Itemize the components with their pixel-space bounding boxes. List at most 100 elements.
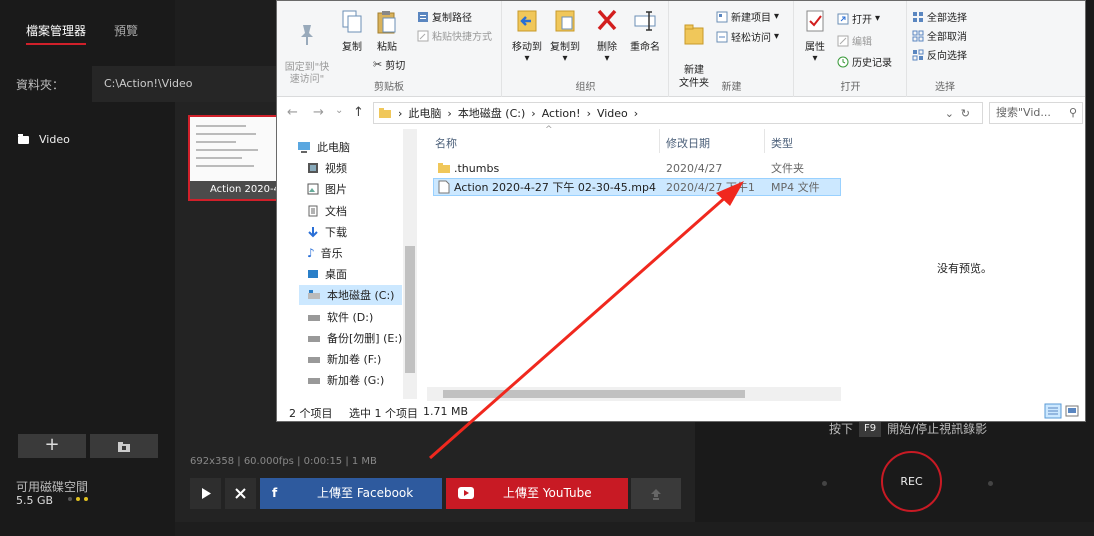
nav-label: 图片 xyxy=(325,183,347,196)
drive-icon xyxy=(308,357,320,363)
properties-button[interactable]: 属性 ▾ xyxy=(801,9,829,64)
column-type[interactable]: 类型 xyxy=(771,135,793,151)
nav-item-drive-e[interactable]: 备份[勿删] (E:) xyxy=(307,330,402,346)
copy-path-button[interactable]: 复制路径 xyxy=(417,9,472,24)
open-label: 打开 xyxy=(852,15,872,26)
select-all-button[interactable]: 全部选择 xyxy=(912,9,967,24)
easy-access-icon xyxy=(716,31,728,42)
select-none-icon xyxy=(912,30,924,41)
tree-item-video[interactable]: Video xyxy=(18,133,70,146)
nav-item-music[interactable]: ♪ 音乐 xyxy=(307,245,343,261)
pin-quick-access-button[interactable]: 固定到"快 速访问" xyxy=(283,11,331,86)
upload-youtube-button[interactable]: 上傳至 YouTube xyxy=(446,478,628,509)
dropdown-arrow-icon: ▾ xyxy=(812,53,818,64)
nav-item-documents[interactable]: 文档 xyxy=(307,203,347,219)
copy-to-button[interactable]: 复制到 ▾ xyxy=(549,7,581,64)
nav-scrollbar-thumb[interactable] xyxy=(405,246,415,373)
file-name: Action 2020-4-27 下午 02-30-45.mp4 xyxy=(454,181,656,194)
column-separator[interactable] xyxy=(659,129,660,153)
tab-preview[interactable]: 預覽 xyxy=(114,22,138,45)
close-icon xyxy=(235,488,246,499)
paste-icon xyxy=(377,11,396,34)
new-item-button[interactable]: 新建项目 ▾ xyxy=(716,9,779,24)
file-name: .thumbs xyxy=(454,161,500,175)
folder-path-field[interactable]: C:\Action!\Video xyxy=(92,66,277,102)
open-group-label: 打开 xyxy=(840,82,861,93)
forward-arrow-icon[interactable]: → xyxy=(313,105,324,120)
nav-label: 桌面 xyxy=(325,268,347,281)
drive-icon xyxy=(308,315,320,321)
move-to-button[interactable]: 移动到 ▾ xyxy=(511,7,543,64)
copy-path-icon xyxy=(418,11,428,22)
column-separator[interactable] xyxy=(764,129,765,153)
column-name[interactable]: 名称 xyxy=(435,135,457,151)
nav-item-downloads[interactable]: 下载 xyxy=(307,224,347,240)
back-arrow-icon[interactable]: ← xyxy=(287,105,298,120)
details-view-icon[interactable] xyxy=(1044,403,1062,419)
copy-button[interactable]: 复制 xyxy=(337,9,367,53)
delete-button[interactable]: 删除 ▾ xyxy=(593,7,621,64)
rename-button[interactable]: 重命名 xyxy=(627,7,663,53)
add-folder-button[interactable]: + xyxy=(18,434,86,458)
breadcrumb-this-pc[interactable]: 此电脑 xyxy=(408,105,441,121)
nav-label: 视频 xyxy=(325,162,347,175)
rec-button[interactable]: REC xyxy=(881,451,942,512)
clipboard-group: 固定到"快 速访问" 复制 粘贴 复制路径 粘贴快捷方式 ✂ 剪切 剪贴板 xyxy=(277,1,502,97)
drive-icon xyxy=(308,378,320,384)
chevron-down-icon[interactable]: ⌄ xyxy=(335,105,343,116)
properties-icon xyxy=(806,10,824,32)
column-date[interactable]: 修改日期 xyxy=(666,135,710,151)
breadcrumb-action[interactable]: Action! xyxy=(542,107,581,120)
open-button[interactable]: 打开 ▾ xyxy=(837,11,880,26)
status-bar: 2 个项目 选中 1 个项目 1.71 MB xyxy=(277,401,1085,421)
open-folder-button[interactable] xyxy=(90,434,158,458)
breadcrumb-drive-c[interactable]: 本地磁盘 (C:) xyxy=(458,105,525,121)
select-none-button[interactable]: 全部取消 xyxy=(912,28,967,43)
select-group-label: 选择 xyxy=(935,82,955,93)
tab-file-manager[interactable]: 檔案管理器 xyxy=(26,22,87,45)
nav-item-this-pc[interactable]: 此电脑 xyxy=(297,139,350,155)
history-button[interactable]: 历史记录 xyxy=(837,54,892,69)
nav-item-pictures[interactable]: 图片 xyxy=(307,181,347,197)
edit-button[interactable]: 编辑 xyxy=(837,33,872,48)
video-thumbnail[interactable]: Action 2020-4- xyxy=(188,115,278,201)
hotkey-desc: 開始/停止視訊錄影 xyxy=(887,422,988,436)
play-button[interactable] xyxy=(190,478,221,509)
upload-facebook-button[interactable]: f 上傳至 Facebook xyxy=(260,478,442,509)
nav-item-drive-c[interactable]: 本地磁盘 (C:) xyxy=(299,285,403,305)
cut-button[interactable]: ✂ 剪切 xyxy=(373,57,405,72)
easy-access-button[interactable]: 轻松访问 ▾ xyxy=(716,29,779,44)
dropdown-arrow-icon: ▾ xyxy=(604,53,610,64)
thumb-line xyxy=(196,149,258,151)
move-to-label: 移动到 xyxy=(512,42,542,53)
address-bar[interactable]: › 此电脑 › 本地磁盘 (C:) › Action! › Video › ⌄ … xyxy=(373,102,983,124)
chevron-down-icon[interactable]: ⌄ xyxy=(945,107,954,120)
nav-item-drive-d[interactable]: 软件 (D:) xyxy=(307,309,373,325)
nav-item-drive-g[interactable]: 新加卷 (G:) xyxy=(307,372,384,388)
horizontal-scrollbar-thumb[interactable] xyxy=(443,390,745,398)
action-app-window: 檔案管理器 預覽 資料夾： C:\Action!\Video Video + 可… xyxy=(0,0,1094,536)
file-row-selected[interactable]: Action 2020-4-27 下午 02-30-45.mp4 2020/4/… xyxy=(433,178,841,196)
search-placeholder: 搜索"Vid... xyxy=(996,106,1051,119)
file-row[interactable]: .thumbs 2020/4/27 文件夹 xyxy=(433,159,841,177)
breadcrumb-video[interactable]: Video xyxy=(597,107,628,120)
up-arrow-icon[interactable]: ↑ xyxy=(353,105,364,120)
paste-button[interactable]: 粘贴 xyxy=(373,9,401,53)
nav-item-drive-f[interactable]: 新加卷 (F:) xyxy=(307,351,381,367)
large-icons-view-icon[interactable] xyxy=(1065,404,1079,418)
paste-shortcut-icon xyxy=(417,30,429,41)
select-all-icon xyxy=(913,11,923,22)
nav-label: 软件 (D:) xyxy=(327,311,374,324)
nav-label: 新加卷 (G:) xyxy=(327,374,385,387)
file-type: MP4 文件 xyxy=(771,181,820,194)
new-item-icon xyxy=(716,11,728,22)
upload-button[interactable] xyxy=(631,478,681,509)
desktop-icon xyxy=(308,270,318,278)
invert-selection-button[interactable]: 反向选择 xyxy=(912,47,967,62)
refresh-icon[interactable]: ↻ xyxy=(961,107,970,120)
paste-shortcut-button[interactable]: 粘贴快捷方式 xyxy=(417,28,492,43)
search-input[interactable]: 搜索"Vid... ⚲ xyxy=(989,102,1083,124)
nav-item-desktop[interactable]: 桌面 xyxy=(307,266,347,282)
nav-item-videos[interactable]: 视频 xyxy=(307,160,347,176)
delete-button[interactable] xyxy=(225,478,256,509)
